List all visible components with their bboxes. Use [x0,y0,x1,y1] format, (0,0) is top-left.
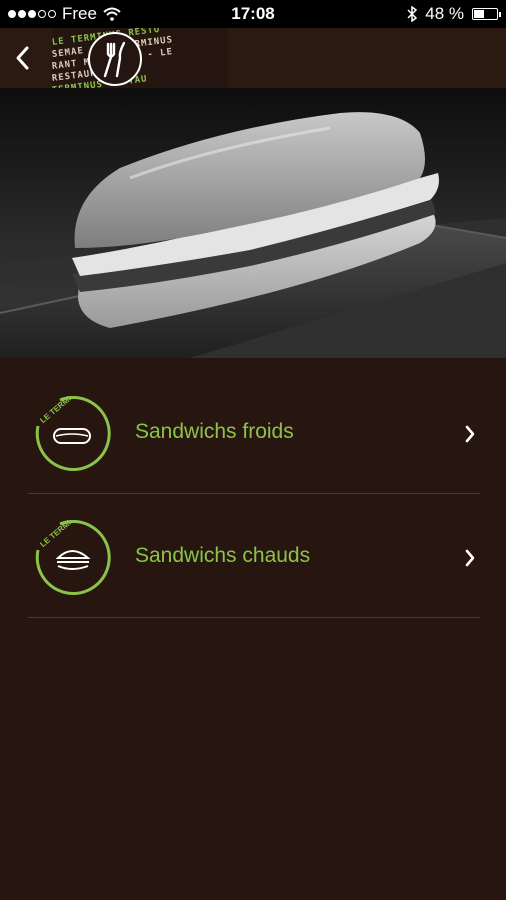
list-item-label: Sandwichs chauds [135,544,311,567]
fork-knife-icon [88,32,142,86]
restaurant-logo: LE TERMINUS RESTO SEMAE - LE TERMINUS RA… [52,28,228,88]
chevron-right-icon [465,425,475,443]
bluetooth-icon [407,6,418,22]
status-right: 48 % [407,4,501,24]
burger-icon: LE TERMINUS [35,520,111,595]
chevron-right-icon [465,549,475,567]
list-item-sandwichs-froids[interactable]: LE TERMINUS Sandwichs froids [28,370,480,494]
status-bar: Free 17:08 48 % [0,0,506,28]
list-item-label: Sandwichs froids [135,420,294,443]
battery-icon [472,8,501,20]
battery-percent: 48 % [425,4,464,23]
menu-list: LE TERMINUS Sandwichs froids LE TERMINUS… [28,370,480,618]
badge-text: LE TERMINUS [38,396,86,425]
badge-text: LE TERMINUS [38,520,86,549]
sandwich-photo [0,88,506,358]
nav-bar: LE TERMINUS RESTO SEMAE - LE TERMINUS RA… [0,28,506,88]
baguette-icon: LE TERMINUS [35,396,111,471]
chevron-left-icon[interactable] [10,42,34,74]
list-item-sandwichs-chauds[interactable]: LE TERMINUS Sandwichs chauds [28,494,480,618]
